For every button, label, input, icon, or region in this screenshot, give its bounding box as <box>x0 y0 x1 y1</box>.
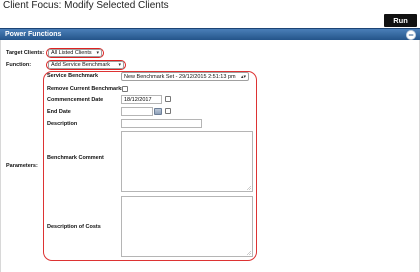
commencement-date-input[interactable]: 18/12/2017 <box>121 95 162 104</box>
description-input[interactable] <box>121 119 202 128</box>
function-value: Add Service Benchmark <box>51 62 110 68</box>
service-benchmark-label: Service Benchmark <box>47 73 99 79</box>
resize-handle-icon[interactable] <box>246 250 251 255</box>
remove-current-benchmarks-label: Remove Current Benchmarks <box>47 86 125 92</box>
service-benchmark-value: New Benchmark Set - 29/12/2015 2:51:13 p… <box>124 74 236 80</box>
collapse-icon[interactable]: − <box>406 30 416 40</box>
function-select[interactable]: Add Service Benchmark ▾ <box>48 61 124 69</box>
description-of-costs-label: Description of Costs <box>47 224 101 230</box>
target-clients-select[interactable]: All Listed Clients ▾ <box>48 49 102 57</box>
calendar-icon[interactable] <box>154 108 162 115</box>
power-functions-header[interactable]: Power Functions − <box>0 28 420 40</box>
remove-current-benchmarks-checkbox[interactable] <box>122 86 128 92</box>
dropdown-arrow-icon: ▴▾ <box>240 74 246 80</box>
target-clients-label: Target Clients: <box>6 50 45 56</box>
end-date-label: End Date <box>47 109 71 115</box>
end-date-input[interactable] <box>121 107 153 116</box>
dropdown-arrow-icon: ▾ <box>118 62 121 68</box>
benchmark-comment-textarea[interactable] <box>121 131 253 192</box>
service-benchmark-select[interactable]: New Benchmark Set - 29/12/2015 2:51:13 p… <box>121 72 249 81</box>
benchmark-comment-label: Benchmark Comment <box>47 155 104 161</box>
run-button[interactable]: Run <box>384 14 417 27</box>
function-label: Function: <box>6 62 32 68</box>
end-date-checkbox[interactable] <box>165 108 171 114</box>
commencement-date-label: Commencement Date <box>47 97 104 103</box>
commencement-date-checkbox[interactable] <box>165 96 171 102</box>
page-title: Client Focus: Modify Selected Clients <box>3 0 169 11</box>
parameters-label: Parameters: <box>6 163 38 169</box>
resize-handle-icon[interactable] <box>246 185 251 190</box>
description-label: Description <box>47 121 78 127</box>
description-of-costs-textarea[interactable] <box>121 196 253 257</box>
target-clients-value: All Listed Clients <box>51 50 92 56</box>
dropdown-arrow-icon: ▾ <box>96 50 99 56</box>
